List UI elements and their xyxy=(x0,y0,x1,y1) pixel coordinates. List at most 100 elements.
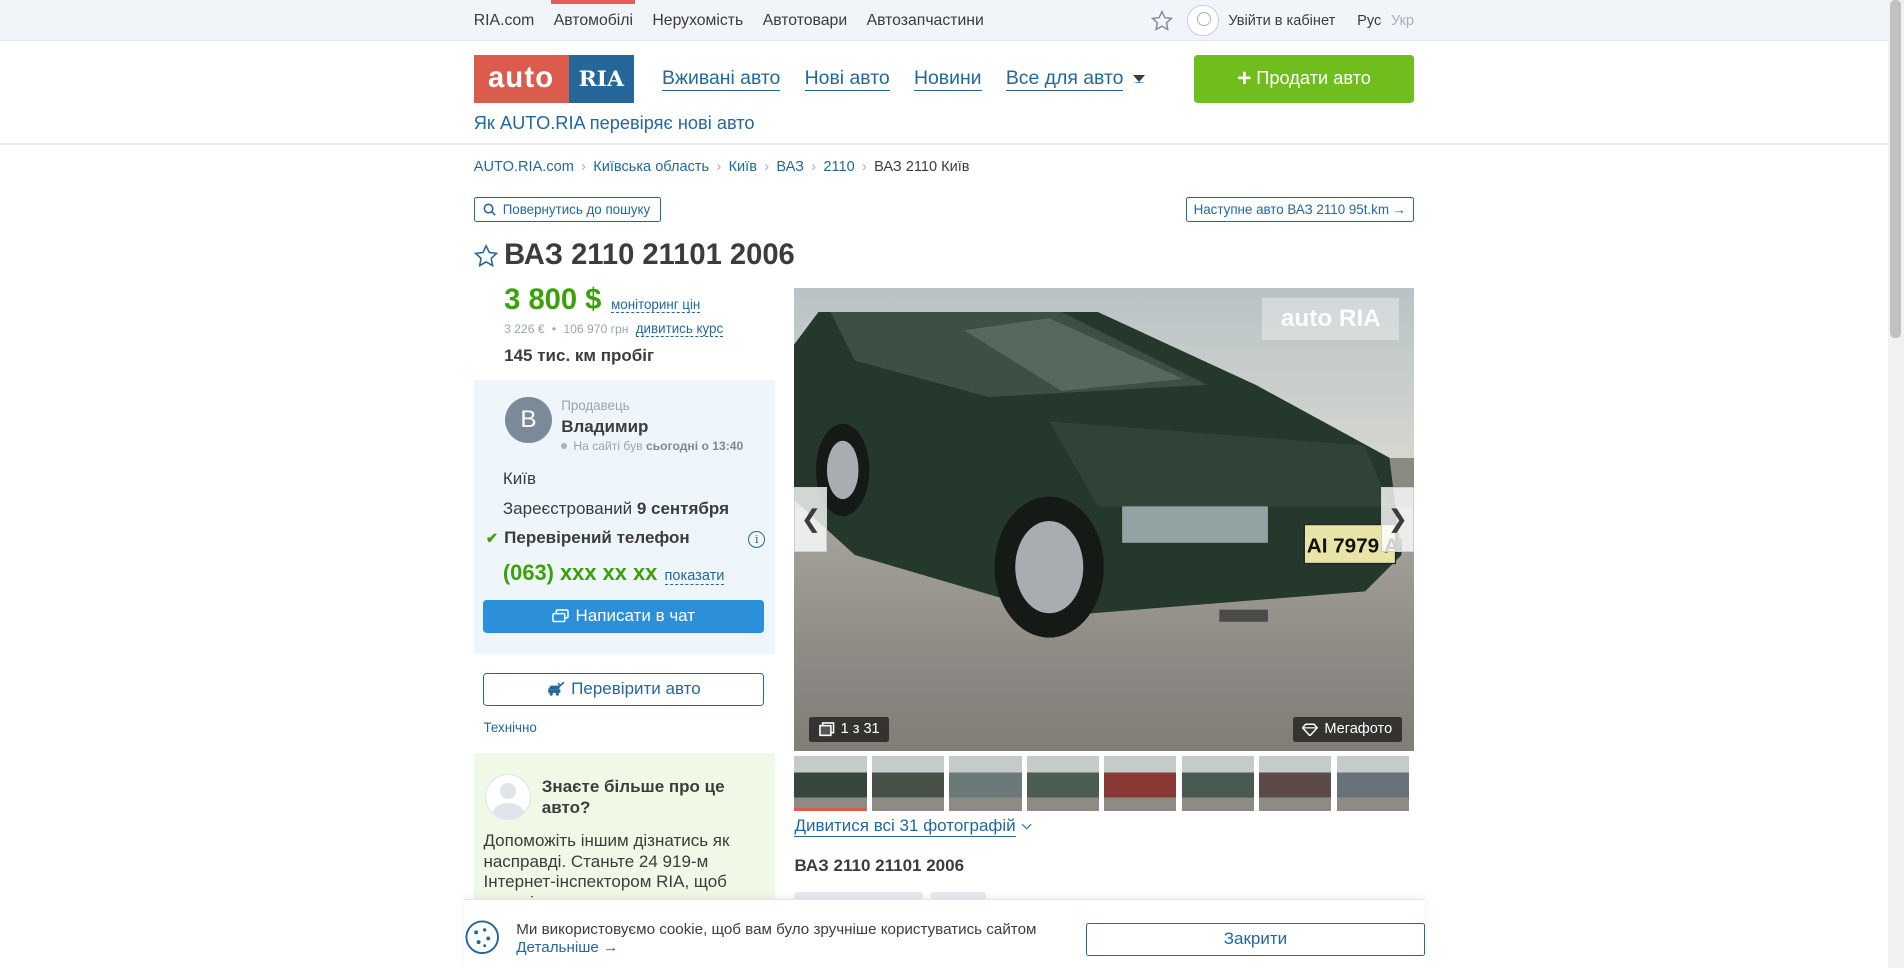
check-auto-button[interactable]: Перевірити авто xyxy=(483,672,765,706)
breadcrumb-item[interactable]: ВАЗ xyxy=(776,159,804,175)
breadcrumb-sep: › xyxy=(764,159,770,176)
thumbnail-strip xyxy=(794,755,1414,812)
nav-all-for-auto-label: Все для авто xyxy=(1005,67,1124,91)
prev-photo-button[interactable]: ❮ xyxy=(794,487,828,552)
lang-ru[interactable]: Рус xyxy=(1357,13,1381,29)
breadcrumb-item[interactable]: Київ xyxy=(729,159,757,175)
inspector-avatar-icon xyxy=(484,773,531,820)
nav-new-cars[interactable]: Нові авто xyxy=(804,67,890,91)
diamond-icon xyxy=(1302,723,1319,737)
next-car-button[interactable]: Наступне авто ВАЗ 2110 95t.km → xyxy=(1185,196,1415,223)
photo-thumbnail[interactable] xyxy=(1026,755,1099,812)
next-photo-button[interactable]: ❯ xyxy=(1381,487,1415,552)
header: auto RIA Вживані авто Нові авто Новини В… xyxy=(473,54,1415,140)
chat-button[interactable]: Написати в чат xyxy=(483,600,765,633)
page-title: ВАЗ 2110 21101 2006 xyxy=(504,239,795,272)
all-photos-link[interactable]: Дивитися всі 31 фотографій xyxy=(794,816,1032,838)
back-to-search-button[interactable]: Повернутись до пошуку xyxy=(473,196,661,223)
verified-phone: ✔ Перевірений телефон xyxy=(486,528,690,548)
top-link-ria[interactable]: RIA.com xyxy=(474,0,535,41)
logo-auto: auto xyxy=(473,54,569,104)
breadcrumb: AUTO.RIA.com › Київська область › Київ › ВА… xyxy=(474,159,977,175)
seller-name: Владимир xyxy=(561,416,649,436)
photo-thumbnail[interactable] xyxy=(1104,755,1177,812)
favorite-star-icon[interactable] xyxy=(473,243,499,268)
photo-thumbnail[interactable] xyxy=(1336,755,1409,812)
top-link-realty[interactable]: Нерухомість xyxy=(652,0,743,41)
online-dot-icon xyxy=(561,443,568,450)
breadcrumb-item[interactable]: 2110 xyxy=(823,159,854,175)
registered-date: 9 сентября xyxy=(636,499,730,519)
seller-card: В Продавець Владимир На сайті був сьогод… xyxy=(473,380,776,654)
know-more-title: Знаєте більше про це авто? xyxy=(541,777,725,818)
seller-avatar: В xyxy=(505,397,552,444)
scrollbar[interactable] xyxy=(1887,0,1904,968)
check-auto-label: Перевірити авто xyxy=(571,679,701,699)
show-phone-link[interactable]: показати xyxy=(664,568,725,585)
megaphoto-button[interactable]: Мегафото xyxy=(1292,716,1402,743)
top-bar: RIA.com Автомобілі Нерухомість Автотовар… xyxy=(0,0,1904,42)
check-icon: ✔ xyxy=(485,530,499,547)
login-link[interactable]: Увійти в кабінет xyxy=(1228,13,1335,29)
breadcrumb-item[interactable]: Київська область xyxy=(593,159,709,175)
phone-number: (063) ххх хх хх xyxy=(502,560,658,585)
breadcrumb-sep: › xyxy=(862,159,867,176)
top-link-autogoods[interactable]: Автотовари xyxy=(763,0,847,41)
breadcrumb-item[interactable]: AUTO.RIA.com xyxy=(474,159,574,175)
all-photos-label: Дивитися всі 31 фотографій xyxy=(794,816,1016,838)
top-link-auto[interactable]: Автомобілі xyxy=(551,0,636,41)
star-icon[interactable] xyxy=(1150,9,1173,32)
cookie-more-link[interactable]: Детальніше → xyxy=(516,939,618,956)
scrollbar-thumb[interactable] xyxy=(1890,0,1902,338)
info-icon[interactable]: i xyxy=(748,530,766,548)
nav-used-cars[interactable]: Вживані авто xyxy=(662,67,781,91)
watermark: auto RIA xyxy=(1262,297,1400,341)
breadcrumb-current: ВАЗ 2110 Київ xyxy=(874,159,970,176)
photo-thumbnail[interactable] xyxy=(794,755,867,812)
top-right: Увійти в кабінет Рус Укр xyxy=(1150,0,1414,41)
chat-label: Написати в чат xyxy=(575,606,696,626)
main-photo[interactable]: AI 7979 AK auto RIA ❮ ❯ 1 з 31 Мегафото xyxy=(794,287,1415,751)
photos-icon xyxy=(818,722,835,737)
how-check-link[interactable]: Як AUTO.RIA перевіряє нові авто xyxy=(474,113,755,134)
sell-car-button[interactable]: + Продати авто xyxy=(1194,54,1415,104)
photo-thumbnail[interactable] xyxy=(871,755,945,812)
photo-thumbnail[interactable] xyxy=(1181,755,1254,812)
chevron-down-icon xyxy=(1021,819,1032,830)
photo-thumbnail[interactable] xyxy=(1259,755,1332,812)
mileage: 145 тис. км пробіг xyxy=(504,346,655,366)
back-to-search-label: Повернутись до пошуку xyxy=(502,202,651,218)
sell-car-label: Продати авто xyxy=(1256,68,1371,89)
seen-time: сьогодні о 13:40 xyxy=(645,438,744,453)
cookie-close-button[interactable]: Закрити xyxy=(1086,923,1425,956)
top-links: RIA.com Автомобілі Нерухомість Автотовар… xyxy=(474,0,1003,41)
photo-counter-label: 1 з 31 xyxy=(840,721,880,738)
auto-ria-logo[interactable]: auto RIA xyxy=(473,54,635,104)
breadcrumb-sep: › xyxy=(581,159,586,176)
title-row: ВАЗ 2110 21101 2006 xyxy=(473,239,795,272)
nav-all-for-auto[interactable]: Все для авто xyxy=(1005,67,1170,91)
seller-last-seen: На сайті був сьогодні о 13:40 xyxy=(561,439,743,453)
seen-prefix: На сайті був xyxy=(573,438,643,453)
technical-link[interactable]: Технічно xyxy=(483,720,536,735)
plus-icon: + xyxy=(1237,64,1252,92)
logo-ria: RIA xyxy=(568,54,635,104)
verified-label: Перевірений телефон xyxy=(504,528,690,548)
price-eur: 3 226 € xyxy=(504,321,545,336)
page: RIA.com Автомобілі Нерухомість Автотовар… xyxy=(0,0,1904,968)
chevron-right-icon: ❯ xyxy=(1387,506,1408,534)
cookie-text: Ми використовуємо cookie, щоб вам було з… xyxy=(516,920,1037,938)
top-link-autoparts[interactable]: Автозапчастини xyxy=(867,0,984,41)
user-avatar-icon[interactable] xyxy=(1187,4,1219,37)
rate-link[interactable]: дивитись курс xyxy=(635,321,724,337)
registered-prefix: Зареєстрований xyxy=(502,499,633,519)
price-monitor-link[interactable]: моніторинг цін xyxy=(611,297,701,314)
lang-ua[interactable]: Укр xyxy=(1391,13,1414,29)
car-image: AI 7979 AK xyxy=(794,312,1402,638)
know-more-box: Знаєте більше про це авто? Допоможіть ін… xyxy=(473,753,776,933)
seller-city: Київ xyxy=(502,468,537,488)
seller-registered: Зареєстрований 9 сентября xyxy=(503,499,729,519)
photo-thumbnail[interactable] xyxy=(949,755,1022,812)
nav-news[interactable]: Новини xyxy=(913,67,982,91)
main-nav: Вживані авто Нові авто Новини Все для ав… xyxy=(662,67,1194,91)
